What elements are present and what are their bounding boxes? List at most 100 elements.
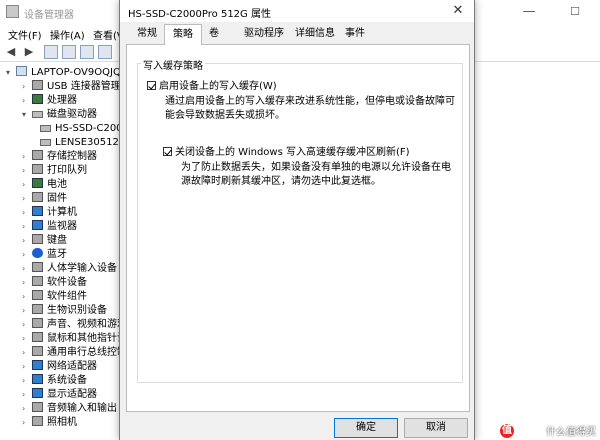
ok-button[interactable]: 确定 — [334, 418, 398, 438]
tree-label: 固件 — [47, 193, 67, 204]
collapse-icon[interactable]: ▾ — [22, 108, 32, 122]
help-icon[interactable] — [62, 45, 76, 59]
expand-icon[interactable]: › — [22, 360, 32, 374]
expand-icon[interactable]: › — [22, 220, 32, 234]
properties-icon[interactable] — [44, 45, 58, 59]
tree-item[interactable]: › 处理器 — [22, 94, 77, 108]
collapse-icon[interactable]: ▾ — [6, 66, 16, 80]
expand-icon[interactable]: › — [22, 178, 32, 192]
tree-label: 处理器 — [47, 95, 77, 106]
tab-events[interactable]: 事件 — [340, 26, 370, 44]
usb-controller-icon — [32, 346, 43, 356]
tree-item[interactable]: › 通用串行总线控制 — [22, 346, 124, 360]
audio-icon — [32, 402, 43, 412]
tree-item[interactable]: › 照相机 — [22, 416, 77, 430]
tab-details[interactable]: 详细信息 — [290, 26, 340, 44]
expand-icon[interactable]: › — [22, 346, 32, 360]
tab-general[interactable]: 常规 — [130, 26, 164, 44]
tree-item[interactable]: › 软件设备 — [22, 276, 87, 290]
policies-panel: 写入缓存策略 启用设备上的写入缓存(W) 通过启用设备上的写入缓存来改进系统性能… — [126, 44, 470, 412]
expand-icon[interactable]: › — [22, 374, 32, 388]
maximize-icon[interactable]: ☐ — [552, 0, 598, 24]
tree-label: 打印队列 — [47, 165, 87, 176]
tree-item[interactable]: › 生物识别设备 — [22, 304, 107, 318]
tree-item[interactable]: › 监视器 — [22, 220, 77, 234]
tree-item[interactable]: › 系统设备 — [22, 374, 87, 388]
monitor-icon — [32, 220, 43, 230]
tree-item[interactable]: › 音频输入和输出 — [22, 402, 117, 416]
tree-label: 键盘 — [47, 235, 67, 246]
tree-label: LAPTOP-OV9OQJQ- — [31, 67, 124, 78]
camera-icon — [32, 416, 43, 426]
tree-item[interactable]: ▾ 磁盘驱动器 — [22, 108, 97, 122]
expand-icon[interactable]: › — [22, 276, 32, 290]
menu-action[interactable]: 操作(A) — [50, 27, 85, 42]
tree-item[interactable]: › 鼠标和其他指针设 — [22, 332, 124, 346]
expand-icon[interactable]: › — [22, 234, 32, 248]
scan-icon[interactable] — [98, 45, 112, 59]
enable-write-cache-option[interactable]: 启用设备上的写入缓存(W) — [147, 77, 277, 92]
tree-item[interactable]: › 打印队列 — [22, 164, 87, 178]
expand-icon[interactable]: › — [22, 206, 32, 220]
forward-arrow-icon[interactable]: ▶ — [22, 45, 36, 59]
tree-label: 照相机 — [47, 417, 77, 428]
expand-icon[interactable]: › — [22, 150, 32, 164]
firmware-icon — [32, 192, 43, 202]
mouse-icon — [32, 332, 43, 342]
tree-item[interactable]: › 固件 — [22, 192, 67, 206]
expand-icon[interactable]: › — [22, 388, 32, 402]
disable-flush-checkbox[interactable] — [163, 147, 172, 156]
tree-item[interactable]: › 软件组件 — [22, 290, 87, 304]
tree-label: 计算机 — [47, 207, 77, 218]
tab-volumes[interactable]: 卷 — [204, 26, 224, 44]
close-icon[interactable]: ✕ — [442, 0, 474, 22]
group-title: 写入缓存策略 — [141, 57, 205, 72]
back-arrow-icon[interactable]: ◀ — [4, 45, 18, 59]
tree-item[interactable]: LENSE3051201 — [40, 136, 124, 150]
tree-label: 监视器 — [47, 221, 77, 232]
tree-item[interactable]: › 蓝牙 — [22, 248, 67, 262]
watermark-text: 什么值得买 — [546, 427, 596, 438]
expand-icon[interactable]: › — [22, 192, 32, 206]
tree-label: HS-SSD-C200 — [55, 123, 123, 134]
tree-item[interactable]: › 声音、视频和游戏 — [22, 318, 124, 332]
tree-item[interactable]: HS-SSD-C200 — [40, 122, 123, 136]
tree-label: 声音、视频和游戏 — [47, 319, 124, 330]
expand-icon[interactable]: › — [22, 164, 32, 178]
menu-file[interactable]: 文件(F) — [8, 27, 42, 42]
cancel-button[interactable]: 取消 — [404, 418, 468, 438]
tree-item[interactable]: › 电池 — [22, 178, 67, 192]
expand-icon[interactable]: › — [22, 262, 32, 276]
tree-item[interactable]: › 网络适配器 — [22, 360, 97, 374]
enable-write-cache-checkbox[interactable] — [147, 81, 156, 90]
action-icon[interactable] — [80, 45, 94, 59]
tree-label: 蓝牙 — [47, 249, 67, 260]
expand-icon[interactable]: › — [22, 416, 32, 430]
tree-label: 磁盘驱动器 — [47, 109, 97, 120]
system-device-icon — [32, 374, 43, 384]
tree-item[interactable]: › 人体学输入设备 — [22, 262, 117, 276]
software-component-icon — [32, 290, 43, 300]
tab-driver[interactable]: 驱动程序 — [238, 26, 290, 44]
tab-policies[interactable]: 策略 — [164, 24, 202, 45]
expand-icon[interactable]: › — [22, 290, 32, 304]
watermark-logo: 值 — [500, 424, 514, 438]
expand-icon[interactable]: › — [22, 304, 32, 318]
tree-root[interactable]: ▾ LAPTOP-OV9OQJQ- — [6, 66, 124, 80]
expand-icon[interactable]: › — [22, 318, 32, 332]
disable-flush-option[interactable]: 关闭设备上的 Windows 写入高速缓存缓冲区刷新(F) — [163, 143, 410, 158]
expand-icon[interactable]: › — [22, 94, 32, 108]
minimize-icon[interactable]: — — [506, 0, 552, 24]
tree-item[interactable]: › 存储控制器 — [22, 150, 97, 164]
expand-icon[interactable]: › — [22, 248, 32, 262]
expand-icon[interactable]: › — [22, 80, 32, 94]
tree-item[interactable]: › 显示适配器 — [22, 388, 97, 402]
tree-item[interactable]: › 计算机 — [22, 206, 77, 220]
tree-item[interactable]: › USB 连接器管理器 — [22, 80, 124, 94]
properties-dialog: HS-SSD-C2000Pro 512G 属性 ✕ 常规 策略 卷 驱动程序 详… — [119, 0, 475, 440]
device-manager-title: 设备管理器 — [24, 10, 74, 21]
tree-item[interactable]: › 键盘 — [22, 234, 67, 248]
expand-icon[interactable]: › — [22, 402, 32, 416]
expand-icon[interactable]: › — [22, 332, 32, 346]
storage-controller-icon — [32, 150, 43, 160]
